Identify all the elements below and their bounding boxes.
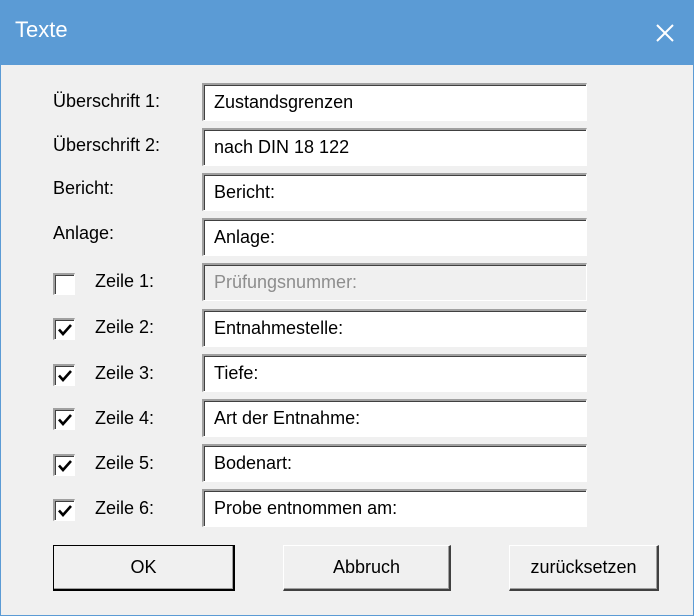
texte-dialog: Texte Überschrift 1: Überschrift 2: Beri… <box>0 0 694 616</box>
checkmark-icon <box>58 324 72 336</box>
close-icon[interactable] <box>643 11 687 55</box>
row-5-label: Zeile 5: <box>95 453 155 473</box>
row-1-checkbox[interactable] <box>53 273 75 295</box>
row-6-label: Zeile 6: <box>95 498 155 518</box>
reset-button[interactable]: zurücksetzen <box>509 545 659 591</box>
row-1-input[interactable] <box>202 263 587 301</box>
cancel-button[interactable]: Abbruch <box>283 545 451 591</box>
report-input[interactable] <box>202 173 587 211</box>
row-1-label: Zeile 1: <box>95 271 155 291</box>
attachment-input[interactable] <box>202 218 587 256</box>
row-2-label: Zeile 2: <box>95 317 155 337</box>
row-2-checkbox[interactable] <box>53 318 75 340</box>
checkmark-icon <box>58 505 72 517</box>
row-3-input[interactable] <box>202 354 587 392</box>
row-3-label: Zeile 3: <box>95 363 155 383</box>
row-3-checkbox[interactable] <box>53 364 75 386</box>
row-6-input[interactable] <box>202 489 587 527</box>
checkmark-icon <box>58 460 72 472</box>
heading-2-input[interactable] <box>202 128 587 166</box>
row-5-input[interactable] <box>202 444 587 482</box>
heading-1-label: Überschrift 1: <box>53 91 161 111</box>
checkmark-icon <box>58 370 72 382</box>
row-5-checkbox[interactable] <box>53 454 75 476</box>
title-bar[interactable]: Texte <box>1 1 693 65</box>
report-label: Bericht: <box>53 178 115 198</box>
window-title: Texte <box>15 17 68 42</box>
row-2-input[interactable] <box>202 309 587 347</box>
row-6-checkbox[interactable] <box>53 499 75 521</box>
heading-2-label: Überschrift 2: <box>53 135 161 155</box>
row-4-input[interactable] <box>202 399 587 437</box>
row-4-label: Zeile 4: <box>95 408 155 428</box>
heading-1-input[interactable] <box>202 83 587 121</box>
checkmark-icon <box>58 414 72 426</box>
row-4-checkbox[interactable] <box>53 408 75 430</box>
ok-button[interactable]: OK <box>53 545 235 591</box>
attachment-label: Anlage: <box>53 223 115 243</box>
